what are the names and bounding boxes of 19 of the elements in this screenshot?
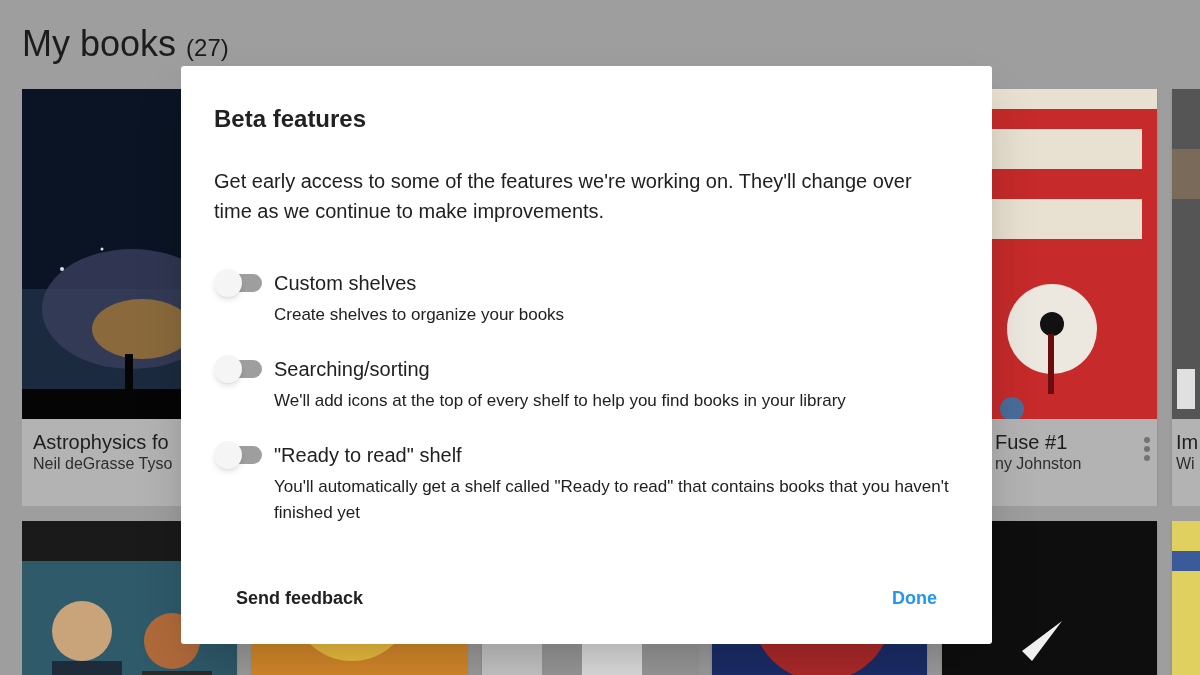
toggle-switch[interactable]	[214, 441, 262, 469]
book-author: Neil deGrasse Tyso	[33, 454, 173, 474]
page-title: My books	[22, 23, 177, 64]
feature-description: We'll add icons at the top of every shelf to help you find books in your library	[274, 390, 847, 412]
toggle-switch[interactable]	[214, 355, 262, 383]
book-count: (27)	[186, 34, 229, 61]
book-author: Wi	[1176, 454, 1195, 474]
feature-label: Searching/sorting	[274, 357, 430, 382]
book-card[interactable]: Im Wi	[1172, 89, 1200, 506]
feature-description: Create shelves to organize your books	[274, 304, 566, 326]
book-author: ny Johnston	[995, 454, 1082, 474]
book-title: Fuse #1	[995, 430, 1068, 454]
feature-label: Custom shelves	[274, 271, 417, 296]
more-options-icon[interactable]	[1144, 437, 1150, 461]
book-title: Astrophysics fo	[33, 430, 169, 454]
book-title: Im	[1176, 430, 1199, 454]
feature-label: "Ready to read" shelf	[274, 443, 462, 468]
toggle-switch[interactable]	[214, 269, 262, 297]
send-feedback-button[interactable]: Send feedback	[236, 585, 364, 612]
